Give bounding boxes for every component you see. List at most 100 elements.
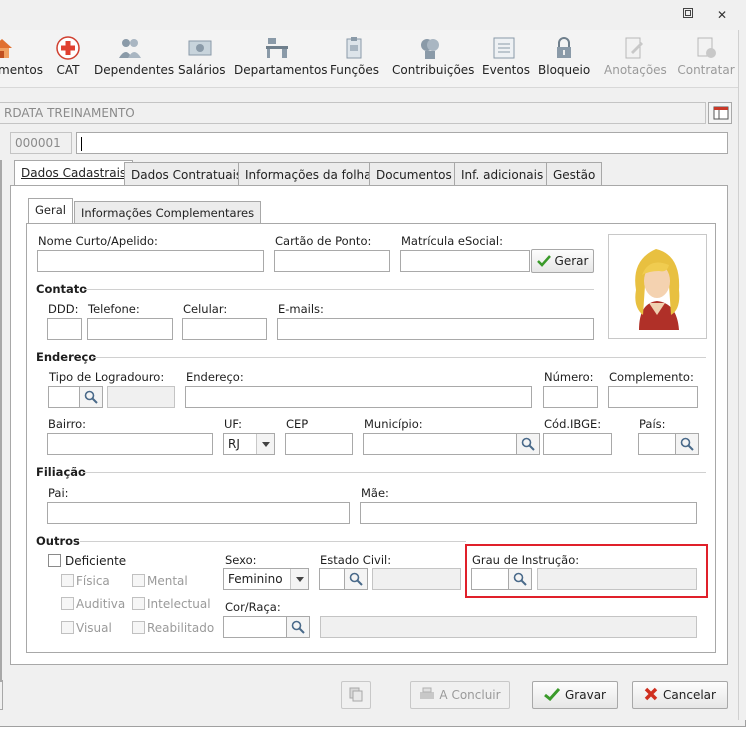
subtab-geral[interactable]: Geral	[28, 198, 73, 224]
copy-button[interactable]	[341, 681, 371, 709]
title-bar: ✕	[0, 0, 746, 30]
cor-raca-label: Cor/Raça:	[225, 600, 281, 614]
celular-label: Celular:	[183, 302, 228, 316]
house-icon	[0, 39, 12, 58]
cancelar-button[interactable]: Cancelar	[632, 681, 728, 709]
ddd-input[interactable]	[47, 318, 82, 340]
mae-input[interactable]	[360, 502, 697, 524]
numero-input[interactable]	[543, 386, 598, 408]
toolbar-button-funcoes[interactable]: Funções	[330, 34, 379, 84]
cep-input[interactable]	[285, 433, 353, 455]
cartao-ponto-input[interactable]	[274, 250, 390, 272]
toolbar-button-cat[interactable]: CAT	[52, 34, 84, 84]
emails-input[interactable]	[277, 318, 594, 340]
copy-icon	[349, 687, 363, 702]
sexo-select[interactable]: Feminino	[223, 568, 309, 590]
auditiva-label: Auditiva	[76, 597, 126, 611]
restore-icon[interactable]	[680, 7, 696, 23]
pai-label: Pai:	[48, 486, 69, 500]
toolbar-button-salarios[interactable]: Salários	[178, 34, 226, 84]
right-scrollbar[interactable]	[738, 30, 746, 720]
matricula-esocial-label: Matrícula eSocial:	[401, 234, 503, 248]
employee-name-input[interactable]	[76, 132, 728, 154]
grau-instrucao-input[interactable]	[471, 568, 509, 590]
estado-civil-input[interactable]	[319, 568, 345, 590]
estado-civil-label: Estado Civil:	[320, 553, 392, 567]
concluir-button[interactable]: A Concluir	[410, 681, 510, 709]
endereco-input[interactable]	[185, 386, 532, 408]
tab-label: Inf. adicionais	[461, 168, 544, 182]
tab-dados-cadastrais[interactable]: Dados Cadastrais	[14, 160, 134, 186]
municipio-input[interactable]	[363, 433, 517, 455]
toolbar-button-eventos[interactable]: Eventos	[482, 34, 530, 84]
endereco-divider	[92, 357, 706, 358]
bairro-input[interactable]	[47, 433, 213, 455]
tab-documentos[interactable]: Documentos	[369, 162, 459, 186]
subtab-label: Geral	[35, 203, 66, 217]
left-panel-edge	[0, 160, 2, 682]
people-icon	[119, 39, 141, 58]
tab-dados-contratuais[interactable]: Dados Contratuais	[124, 162, 250, 186]
sexo-value: Feminino	[228, 572, 283, 586]
toolbar-button-dependentes[interactable]: Dependentes	[94, 34, 174, 84]
cor-raca-input[interactable]	[223, 616, 287, 638]
reabilitado-checkbox[interactable]	[132, 621, 145, 634]
pais-search-button[interactable]	[675, 433, 699, 455]
employee-photo[interactable]	[608, 234, 707, 339]
search-icon	[349, 572, 363, 586]
telefone-label: Telefone:	[88, 302, 140, 316]
gerar-button[interactable]: Gerar	[531, 249, 594, 273]
toolbar-button-contratar[interactable]: Contratar	[676, 34, 736, 84]
fisica-checkbox[interactable]	[61, 574, 74, 587]
uf-select[interactable]: RJ	[223, 433, 275, 455]
concluir-label: A Concluir	[439, 688, 501, 702]
nome-curto-input[interactable]	[37, 250, 264, 272]
contato-section-title: Contato	[36, 282, 88, 296]
company-field: RDATA TREINAMENTO	[0, 102, 706, 124]
clipboard-icon	[346, 37, 362, 59]
tab-informacoes-folha[interactable]: Informações da folha	[238, 162, 379, 186]
list-icon	[493, 37, 515, 59]
matricula-esocial-input[interactable]	[400, 250, 530, 272]
subtab-informacoes-complementares[interactable]: Informações Complementares	[74, 201, 262, 223]
mental-checkbox[interactable]	[132, 574, 145, 587]
intelectual-checkbox[interactable]	[132, 597, 145, 610]
cod-ibge-input[interactable]	[543, 433, 612, 455]
chevron-down-icon[interactable]	[290, 569, 308, 589]
toolbar-button-bloqueio[interactable]: Bloqueio	[538, 34, 590, 84]
cep-label: CEP	[286, 417, 309, 431]
chevron-down-icon[interactable]	[256, 434, 274, 454]
visual-checkbox[interactable]	[61, 621, 74, 634]
close-icon[interactable]: ✕	[714, 7, 730, 23]
deficiente-checkbox[interactable]	[48, 554, 61, 567]
pais-input[interactable]	[638, 433, 676, 455]
complemento-input[interactable]	[608, 386, 698, 408]
municipio-search-button[interactable]	[516, 433, 540, 455]
toolbar-button-contribuicoes[interactable]: Contribuições	[392, 34, 474, 84]
checkmark-icon	[536, 255, 551, 267]
tipo-logradouro-input[interactable]	[48, 386, 80, 408]
mental-label: Mental	[147, 574, 188, 588]
text-cursor	[81, 136, 82, 151]
celular-input[interactable]	[182, 318, 267, 340]
toolbar-button-anotacoes[interactable]: Anotações	[604, 34, 667, 84]
ddd-label: DDD:	[48, 302, 79, 316]
tipo-logradouro-search-button[interactable]	[79, 386, 103, 408]
left-partial-button[interactable]	[0, 680, 3, 710]
cor-raca-search-button[interactable]	[286, 616, 310, 638]
uf-value: RJ	[228, 437, 240, 451]
reabilitado-label: Reabilitado	[147, 621, 215, 635]
gravar-button[interactable]: Gravar	[532, 681, 618, 709]
company-lookup-button[interactable]	[708, 102, 732, 124]
tab-gestao[interactable]: Gestão	[546, 162, 603, 186]
pai-input[interactable]	[47, 502, 350, 524]
notes-icon	[625, 37, 643, 59]
estado-civil-search-button[interactable]	[344, 568, 368, 590]
toolbar-button-lancamentos[interactable]: mentos	[0, 34, 43, 84]
toolbar-button-departamentos[interactable]: Departamentos	[234, 34, 328, 84]
grau-instrucao-search-button[interactable]	[508, 568, 532, 590]
female-avatar-icon	[635, 249, 680, 330]
tab-inf-adicionais[interactable]: Inf. adicionais	[454, 162, 551, 186]
auditiva-checkbox[interactable]	[61, 597, 74, 610]
telefone-input[interactable]	[87, 318, 173, 340]
